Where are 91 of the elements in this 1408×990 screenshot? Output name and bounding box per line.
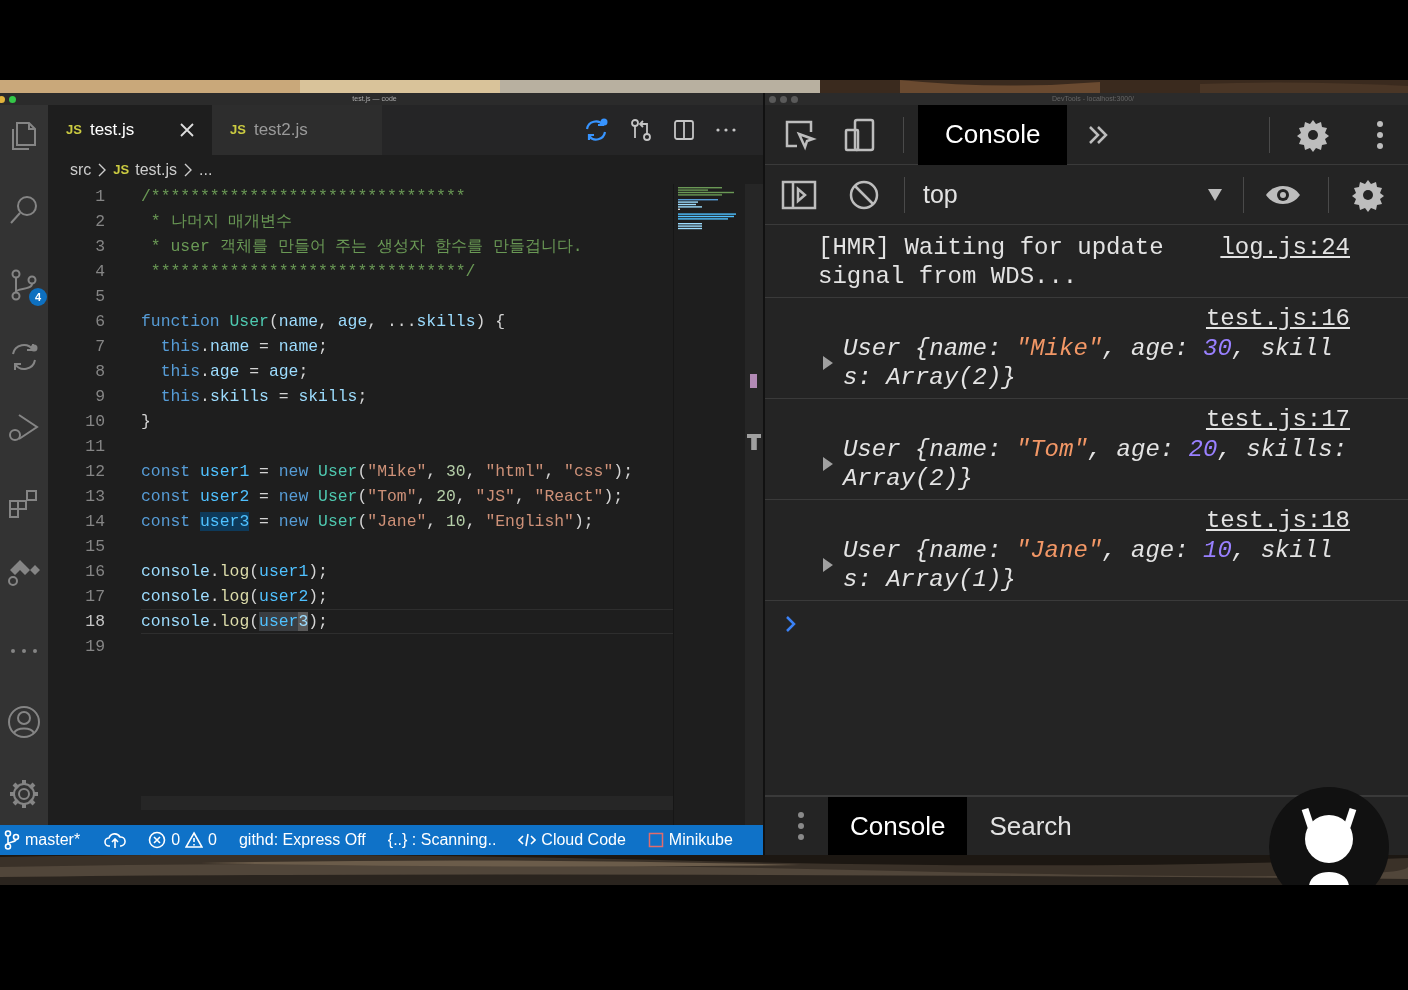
chevron-icon <box>183 162 194 177</box>
account-icon[interactable] <box>7 705 41 739</box>
line-number: 16 <box>84 561 106 583</box>
editor-tab[interactable]: JS test2.js <box>212 105 382 155</box>
settings-icon[interactable] <box>7 777 41 811</box>
code-line: const user1 = new User("Mike", 30, "html", "css"); <box>141 462 633 481</box>
sidebar-toggle-icon[interactable] <box>781 179 817 210</box>
line-number: 8 <box>94 361 106 383</box>
drawer-tab[interactable]: Search <box>967 797 1094 855</box>
breadcrumb-item[interactable]: src <box>70 157 92 182</box>
code-line: const user2 = new User("Tom", 20, "JS", "React"); <box>141 487 624 506</box>
context-dropdown[interactable]: top <box>923 175 1223 214</box>
code-line: this.skills = skills; <box>159 387 368 406</box>
code-line: console.log(user1); <box>141 562 328 581</box>
line-number: 6 <box>94 311 106 333</box>
object-preview[interactable]: User {name: "Jane", age: 10, skills: Array(1)} <box>842 536 1350 594</box>
error-icon <box>148 831 167 849</box>
line-number: 18 <box>84 611 106 633</box>
zoom-button[interactable] <box>9 95 16 103</box>
line-number: 7 <box>94 336 106 358</box>
status-item[interactable]: {..} : Scanning.. <box>387 828 497 852</box>
line-number: 3 <box>94 236 106 258</box>
line-number: 9 <box>94 386 106 408</box>
line-number: 19 <box>84 636 106 658</box>
code-line: console.log(user3); <box>141 612 328 631</box>
line-number: 4 <box>94 261 106 283</box>
cloud-upload-icon <box>104 831 127 849</box>
chevron-icon <box>97 162 108 177</box>
line-number: 2 <box>94 211 106 233</box>
devtools-tab[interactable]: Console <box>918 104 1068 165</box>
code-line: const user3 = new User("Jane", 10, "English"); <box>141 512 594 531</box>
branch-icon <box>4 830 20 850</box>
line-number: 13 <box>84 486 106 508</box>
compare-changes-icon[interactable] <box>629 118 653 142</box>
close-icon[interactable] <box>180 123 194 137</box>
prompt-icon[interactable] <box>785 615 797 633</box>
expand-arrow-icon[interactable] <box>822 557 834 573</box>
status-item[interactable]: 0 0 <box>148 828 217 852</box>
status-item[interactable]: Cloud Code <box>518 828 626 852</box>
file-type-icon: JS <box>113 159 130 180</box>
code-icon <box>518 832 537 848</box>
clear-console-icon[interactable] <box>848 178 880 211</box>
status-item[interactable]: githd: Express Off <box>238 828 366 852</box>
square-icon <box>647 832 664 848</box>
vertical-scrollbar[interactable] <box>745 184 763 825</box>
notification-badge: 4 <box>29 288 47 306</box>
drawer-tab[interactable]: Console <box>828 797 968 855</box>
expand-arrow-icon[interactable] <box>822 456 834 472</box>
code-line: /******************************** <box>141 187 466 206</box>
breadcrumb-item[interactable]: ... <box>199 157 213 182</box>
sync-button[interactable] <box>104 831 127 849</box>
line-number: 17 <box>84 586 106 608</box>
device-toolbar-icon[interactable] <box>843 117 877 152</box>
kebab-menu-icon[interactable] <box>797 811 805 841</box>
object-preview[interactable]: User {name: "Tom", age: 20, skills: Array(2)} <box>842 435 1350 493</box>
code-line: console.log(user2); <box>141 587 328 606</box>
line-number: 15 <box>84 536 106 558</box>
editor-tab[interactable]: JS test.js <box>48 105 212 155</box>
code-line: ********************************/ <box>149 262 476 281</box>
code-line: } <box>141 412 151 431</box>
expand-arrow-icon[interactable] <box>822 355 834 371</box>
code-line: * user 객체를 만들어 주는 생성자 함수를 만들겁니다. <box>149 237 583 256</box>
source-link[interactable]: log.js:24 <box>1220 233 1350 262</box>
breadcrumb-item[interactable]: test.js <box>135 157 178 182</box>
line-number: 1 <box>94 186 106 208</box>
code-line: this.name = name; <box>159 337 328 356</box>
diff-icon[interactable] <box>583 117 609 143</box>
scrollbar-marker <box>750 374 757 388</box>
source-link[interactable]: test.js:18 <box>1205 506 1350 536</box>
warning-icon <box>185 831 204 849</box>
object-preview[interactable]: User {name: "Mike", age: 30, skills: Array(2)} <box>842 334 1350 392</box>
source-link[interactable]: test.js:17 <box>1205 405 1350 435</box>
cursor-marker <box>747 434 761 450</box>
more-tabs-icon[interactable] <box>1087 123 1110 146</box>
source-link[interactable]: test.js:16 <box>1205 304 1350 334</box>
status-item[interactable]: Minikube <box>647 828 733 852</box>
line-number: 10 <box>84 411 106 433</box>
avatar-icon <box>1269 787 1389 885</box>
log-message: [HMR] Waiting for update signal from WDS... <box>818 233 1165 291</box>
status-item[interactable]: master* <box>4 828 81 852</box>
kebab-menu-icon[interactable] <box>1376 119 1384 150</box>
code-line: this.age = age; <box>159 362 309 381</box>
line-number: 5 <box>94 286 106 308</box>
line-number: 12 <box>84 461 106 483</box>
line-number: 14 <box>84 511 106 533</box>
minimize-button[interactable] <box>0 95 5 103</box>
split-editor-icon[interactable] <box>673 119 695 141</box>
code-line: function User(name, age, ...skills) { <box>141 312 506 331</box>
caret-icon <box>1207 187 1223 202</box>
code-line: * 나머지 매개변수 <box>149 212 293 231</box>
line-number: 11 <box>84 436 106 458</box>
